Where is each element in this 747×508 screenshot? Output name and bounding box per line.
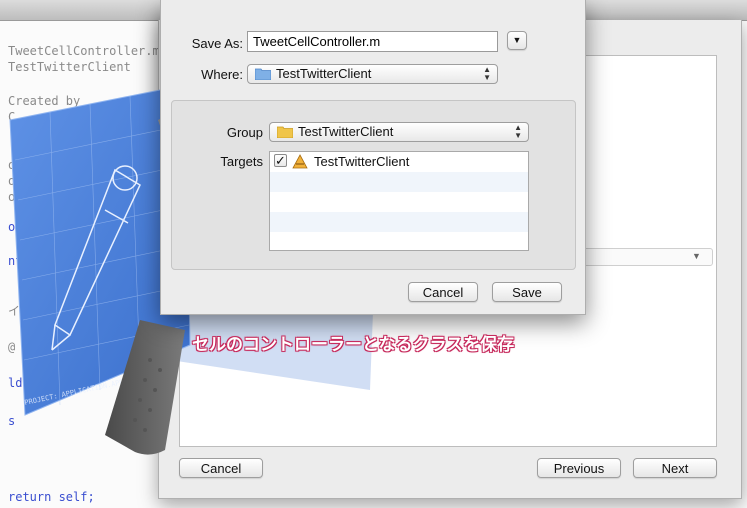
target-name: TestTwitterClient	[314, 154, 410, 169]
xcode-app-icon	[292, 154, 308, 169]
code-line: TweetCellController.m	[8, 44, 160, 58]
next-button[interactable]: Next	[633, 458, 717, 478]
wizard-cancel-button[interactable]: Cancel	[179, 458, 263, 478]
cancel-button[interactable]: Cancel	[408, 282, 478, 302]
list-row	[270, 192, 528, 212]
popup-arrows-icon: ▲ ▼	[483, 65, 491, 82]
list-row	[270, 172, 528, 192]
folder-icon	[255, 68, 271, 80]
where-value: TestTwitterClient	[276, 66, 372, 81]
group-popup[interactable]: TestTwitterClient ▲ ▼	[269, 122, 529, 142]
save-button[interactable]: Save	[492, 282, 562, 302]
annotation-caption: セルのコントローラーとなるクラスを保存	[192, 335, 515, 354]
chevron-down-icon: ▼	[692, 251, 701, 261]
where-label: Where:	[201, 67, 243, 82]
expand-button[interactable]: ▼	[507, 31, 527, 50]
save-dialog: Save As: TweetCellController.m ▼ Where: …	[160, 0, 586, 315]
save-as-field[interactable]: TweetCellController.m	[247, 31, 498, 52]
target-row[interactable]: ✓ TestTwitterClient	[270, 152, 528, 172]
popup-arrows-icon: ▲ ▼	[514, 123, 522, 140]
save-as-label: Save As:	[191, 36, 243, 51]
list-row	[270, 212, 528, 232]
targets-label: Targets	[220, 154, 263, 169]
previous-button[interactable]: Previous	[537, 458, 621, 478]
chevron-down-icon: ▼	[512, 35, 522, 45]
folder-icon	[277, 126, 293, 138]
target-checkbox[interactable]: ✓	[274, 154, 287, 167]
list-row	[270, 232, 528, 250]
where-popup[interactable]: TestTwitterClient ▲ ▼	[247, 64, 498, 84]
code-line: return self;	[8, 490, 95, 504]
group-label: Group	[226, 125, 263, 140]
targets-list: ✓ TestTwitterClient	[269, 151, 529, 251]
group-value: TestTwitterClient	[298, 124, 394, 139]
